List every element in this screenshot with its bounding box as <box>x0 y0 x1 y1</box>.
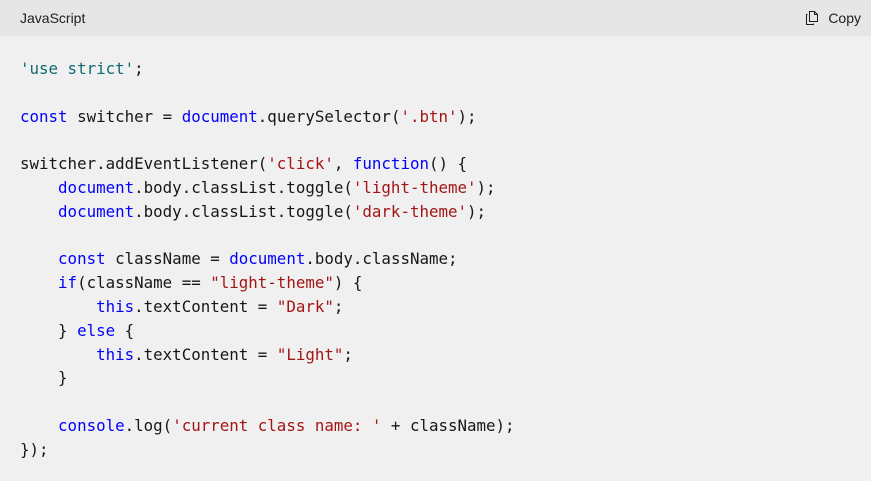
code-token: this <box>96 344 135 364</box>
code-line: } else { <box>20 319 515 343</box>
code-token: "light-theme" <box>210 273 334 293</box>
language-label: JavaScript <box>20 10 86 26</box>
code-token: () { <box>428 154 468 174</box>
code-line: document.body.classList.toggle('light-th… <box>20 176 515 200</box>
code-token: ; <box>333 296 344 316</box>
code-line: } <box>20 366 515 390</box>
code-token: } <box>20 320 78 340</box>
code-token: ) { <box>333 273 363 293</box>
code-block: JavaScript Copy 'use strict';​const swit… <box>0 0 871 481</box>
code-token: "Dark" <box>276 296 334 316</box>
code-header: JavaScript Copy <box>0 0 871 36</box>
code-token: ; <box>134 59 144 78</box>
code-token: } <box>20 368 68 388</box>
code-token: if <box>58 273 78 293</box>
copy-button[interactable]: Copy <box>804 6 861 30</box>
code-line: const className = document.body.classNam… <box>20 247 515 271</box>
code-line: document.body.classList.toggle('dark-the… <box>20 200 515 224</box>
code-line: if(className == "light-theme") { <box>20 271 515 295</box>
code-line: this.textContent = "Dark"; <box>20 295 515 319</box>
code-line: ​ <box>20 128 515 152</box>
copy-label: Copy <box>828 10 861 26</box>
code-token: 'current class name: ' <box>172 415 382 435</box>
code-token: .textContent = <box>134 296 277 316</box>
code-token: , <box>333 154 353 174</box>
code-token: + className); <box>381 415 515 435</box>
code-line: ​ <box>20 81 515 105</box>
code-line: const switcher = document.querySelector(… <box>20 105 515 129</box>
code-line: }); <box>20 438 515 462</box>
code-token: ); <box>467 201 487 221</box>
code-line: ​ <box>20 224 515 248</box>
code-line: console.log('current class name: ' + cla… <box>20 414 515 438</box>
code-token: function <box>352 154 429 174</box>
copy-icon <box>804 10 820 26</box>
code-token: ); <box>457 106 477 126</box>
code-token: }); <box>20 439 49 459</box>
code-token: 'use strict' <box>20 59 135 78</box>
code-line: 'use strict'; <box>20 57 515 81</box>
code-token: '.btn' <box>400 106 458 126</box>
code-token: this <box>96 296 135 316</box>
code-token: 'dark-theme' <box>352 201 468 221</box>
code-token: const <box>58 249 106 269</box>
code-token: else <box>77 320 116 340</box>
code-token: switcher = <box>67 106 182 126</box>
code-token: ; <box>343 344 353 364</box>
code-content[interactable]: 'use strict';​const switcher = document.… <box>20 57 515 462</box>
code-token: document <box>181 106 258 126</box>
code-line: this.textContent = "Light"; <box>20 343 515 367</box>
code-token: .querySelector( <box>257 106 401 126</box>
code-token: .body.classList.toggle( <box>134 177 353 197</box>
code-line: ​ <box>20 390 515 414</box>
code-token: className = <box>105 249 230 269</box>
code-token: .body.classList.toggle( <box>134 201 353 221</box>
code-line: switcher.addEventListener('click', funct… <box>20 152 515 176</box>
code-token: 'click' <box>267 154 334 174</box>
code-token: (className == <box>77 273 211 293</box>
code-token: { <box>115 320 135 340</box>
code-token: const <box>20 106 68 126</box>
code-token: ); <box>476 177 496 197</box>
code-token: .textContent = <box>134 344 277 364</box>
code-token: document <box>58 201 135 221</box>
code-token: .body.className; <box>305 249 458 269</box>
code-token: switcher.addEventListener( <box>20 154 268 174</box>
code-token: "Light" <box>276 344 344 364</box>
code-token: .log( <box>124 415 173 435</box>
code-token: document <box>229 249 306 269</box>
code-token: document <box>58 177 135 197</box>
code-token: console <box>58 415 125 435</box>
code-token: 'light-theme' <box>352 177 477 197</box>
